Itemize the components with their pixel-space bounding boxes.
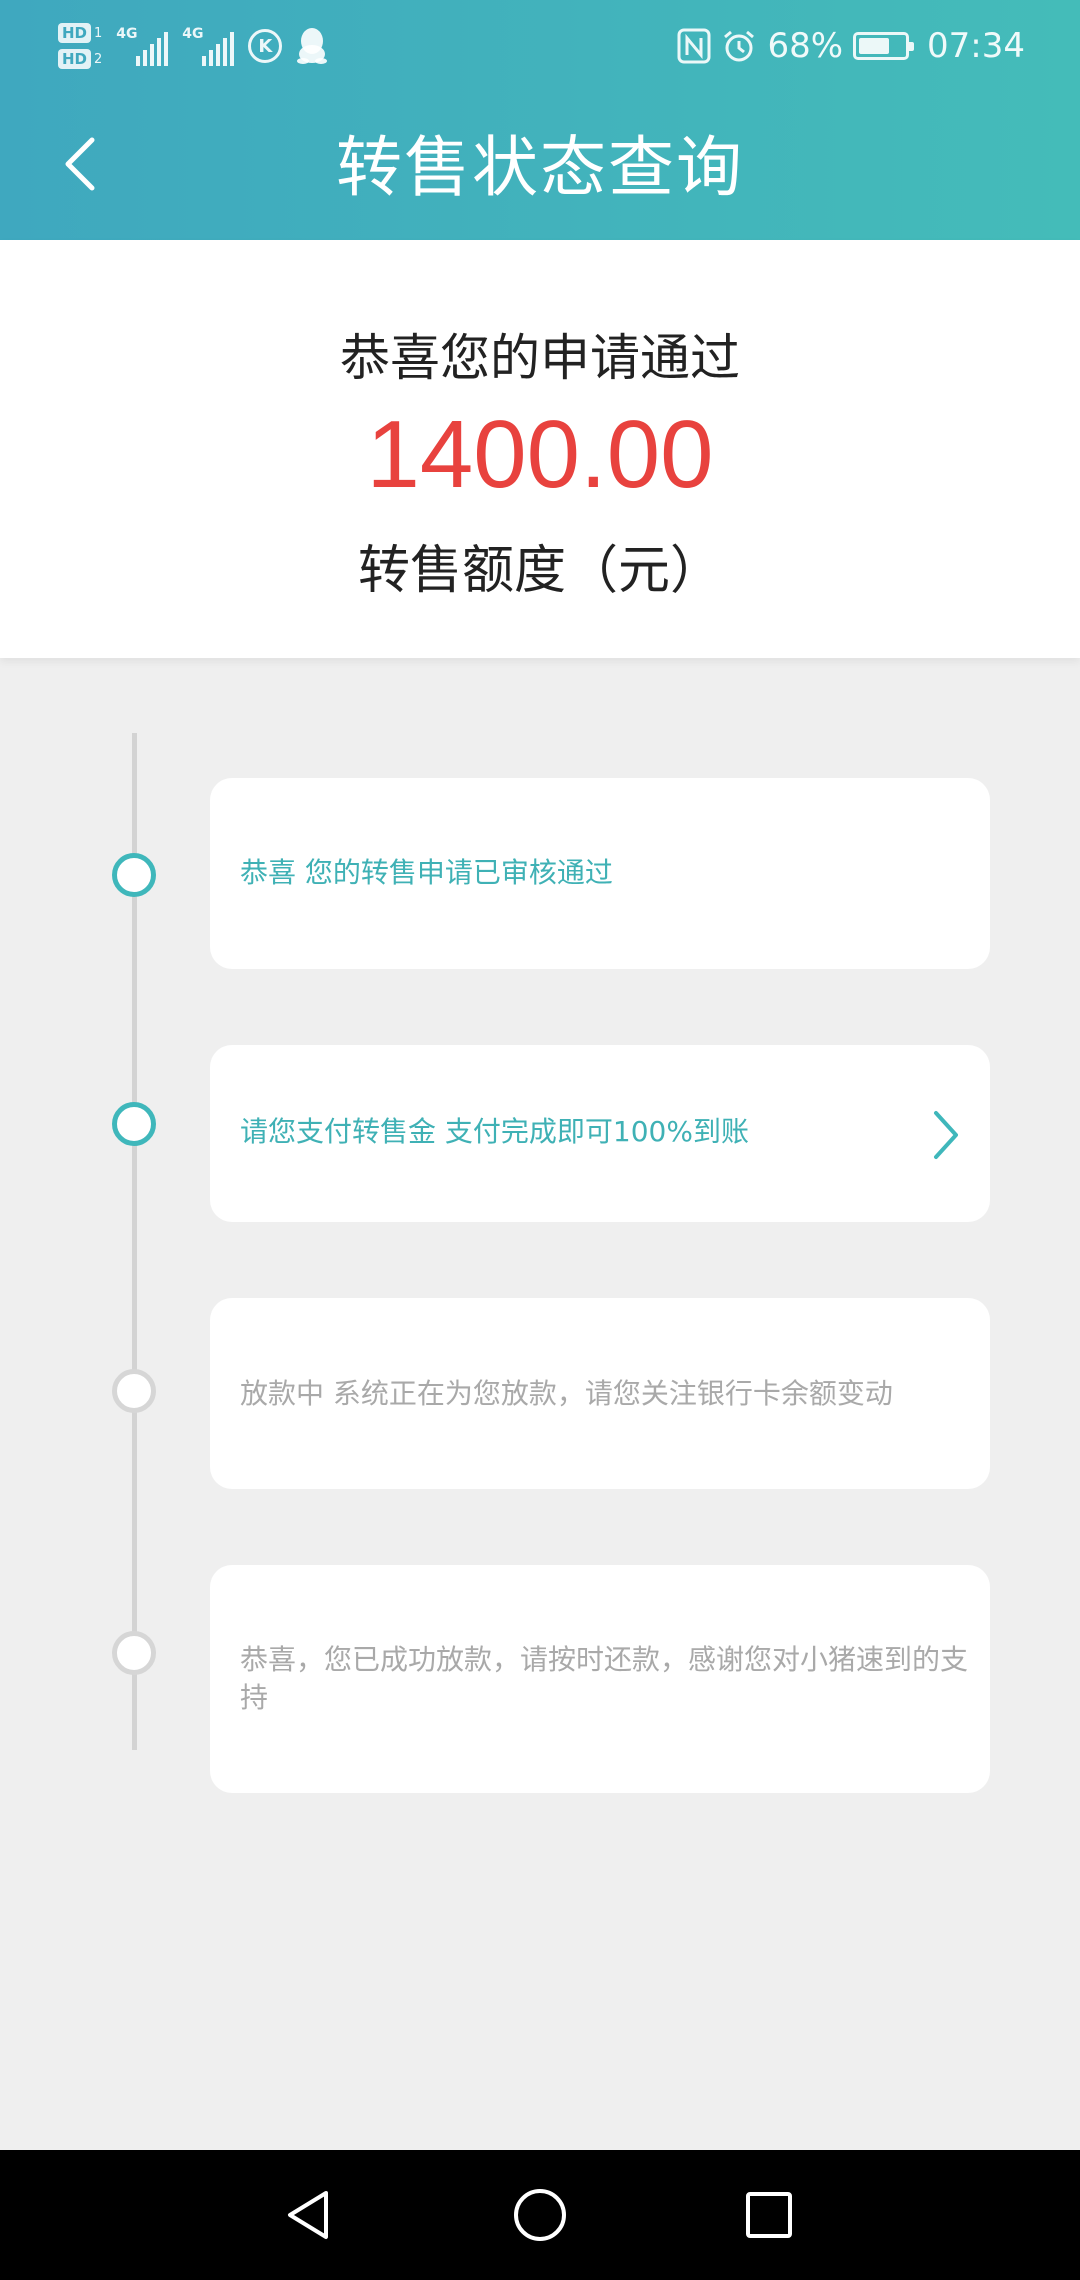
battery-icon <box>853 32 915 60</box>
step-card-disbursed[interactable]: 恭喜，您已成功放款，请按时还款，感谢您对小猪速到的支持 <box>210 1565 990 1793</box>
status-right: 68% 07:34 <box>677 20 1025 72</box>
step-node-2 <box>112 1102 156 1146</box>
header-bar: HD 1 HD 2 4G 4G K 68% 07:34 转售状态查询 <box>0 0 1080 240</box>
square-recents-icon <box>746 2192 792 2238</box>
resale-amount-label: 转售额度（元） <box>357 541 722 601</box>
status-left: HD 1 HD 2 4G 4G K <box>58 14 328 78</box>
step-node-1 <box>112 853 156 897</box>
approval-message: 恭喜您的申请通过 <box>340 329 740 387</box>
hd-num-1: 1 <box>94 25 103 41</box>
step-text-approved: 恭喜 您的转售申请已审核通过 <box>240 856 613 889</box>
step-card-disbursing[interactable]: 放款中 系统正在为您放款，请您关注银行卡余额变动 <box>210 1298 990 1489</box>
step-text-disbursed: 恭喜，您已成功放款，请按时还款，感谢您对小猪速到的支持 <box>240 1643 969 1714</box>
hd-badge-2: HD 2 <box>58 49 102 69</box>
resale-amount: 1400.00 <box>366 401 714 508</box>
nfc-icon <box>677 28 711 64</box>
page-title: 转售状态查询 <box>336 129 744 206</box>
circle-home-icon <box>514 2189 566 2241</box>
nav-recents-button[interactable] <box>734 2180 804 2250</box>
battery-percent: 68% <box>767 26 844 66</box>
signal-icon-sim1: 4G <box>116 26 169 66</box>
hd-label-1: HD <box>58 23 92 43</box>
chevron-right-icon <box>934 1111 958 1159</box>
alarm-icon <box>724 30 755 62</box>
hd-num-2: 2 <box>94 51 103 67</box>
summary-panel: 恭喜您的申请通过 1400.00 转售额度（元） <box>0 240 1080 658</box>
step-text-disbursing: 放款中 系统正在为您放款，请您关注银行卡余额变动 <box>240 1377 893 1410</box>
hd-badge-1: HD 1 <box>58 23 102 43</box>
signal-icon-sim2: 4G <box>182 26 235 66</box>
hd-label-2: HD <box>58 49 92 69</box>
step-text-payment: 请您支付转售金 支付完成即可100%到账 <box>240 1115 749 1148</box>
network-label-sim1: 4G <box>116 26 138 42</box>
step-node-3 <box>112 1369 156 1413</box>
status-bar: HD 1 HD 2 4G 4G K 68% 07:34 <box>0 0 1080 92</box>
step-card-approved[interactable]: 恭喜 您的转售申请已审核通过 <box>210 778 990 969</box>
step-card-payment[interactable]: 请您支付转售金 支付完成即可100%到账 <box>210 1045 990 1222</box>
network-label-sim2: 4G <box>182 26 204 42</box>
step-node-4 <box>112 1631 156 1675</box>
nav-home-button[interactable] <box>505 2180 575 2250</box>
battery-fill <box>859 38 890 54</box>
triangle-back-icon <box>288 2191 328 2239</box>
qq-penguin-icon <box>297 28 328 64</box>
system-nav-bar <box>0 2150 1080 2280</box>
hd-indicators: HD 1 HD 2 <box>58 23 102 69</box>
k-app-icon: K <box>248 29 283 63</box>
nav-back-button[interactable] <box>273 2180 343 2250</box>
clock-time: 07:34 <box>927 26 1025 66</box>
